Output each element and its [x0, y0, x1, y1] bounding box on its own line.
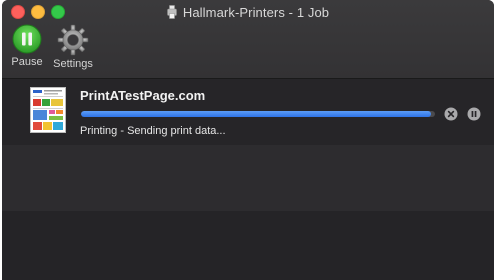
close-icon[interactable]	[444, 107, 458, 121]
empty-row	[2, 211, 494, 280]
job-row[interactable]: PrintATestPage.com Printing - Sending pr…	[2, 79, 494, 145]
pause-icon	[12, 24, 42, 54]
print-queue-window: Hallmark-Printers - 1 Job Pause Settings…	[2, 0, 494, 280]
settings-button[interactable]: Settings	[47, 24, 99, 70]
document-thumbnail	[30, 87, 66, 133]
job-list: PrintATestPage.com Printing - Sending pr…	[2, 79, 494, 280]
empty-row	[2, 145, 494, 211]
gear-icon	[57, 24, 89, 56]
pause-button[interactable]: Pause	[2, 24, 53, 68]
job-progress-fill	[81, 111, 432, 117]
pause-circle-icon[interactable]	[467, 107, 481, 121]
job-progress-bar	[81, 111, 435, 117]
printer-icon	[167, 5, 177, 19]
window-title: Hallmark-Printers - 1 Job	[182, 4, 330, 20]
pause-label: Pause	[11, 56, 43, 68]
toolbar: Hallmark-Printers - 1 Job Pause Settings	[2, 0, 494, 79]
window-title-bar: Hallmark-Printers - 1 Job	[2, 3, 494, 21]
job-status: Printing - Sending print data...	[80, 125, 226, 137]
job-name: PrintATestPage.com	[80, 88, 206, 103]
settings-label: Settings	[53, 58, 93, 70]
